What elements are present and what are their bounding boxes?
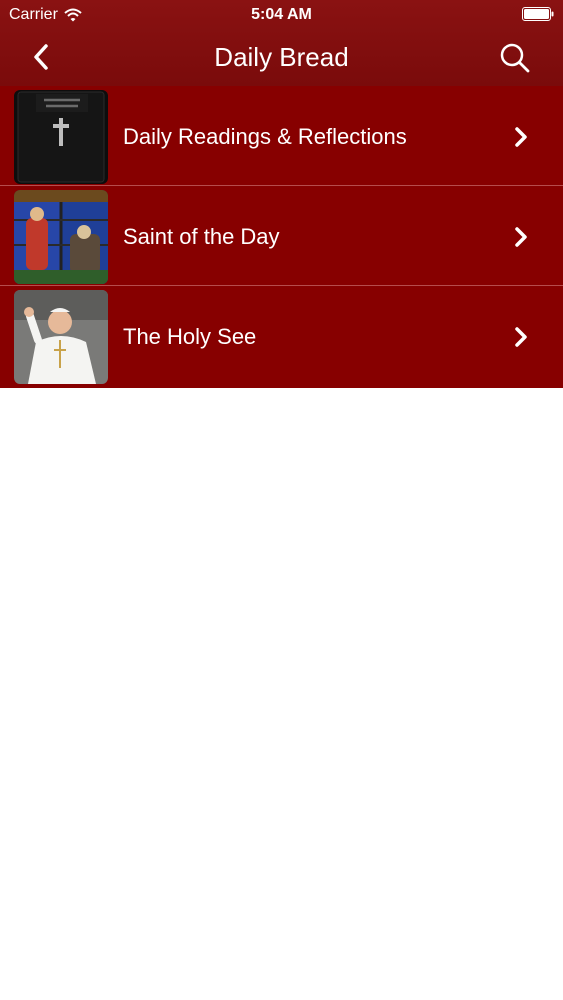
search-button[interactable] xyxy=(497,40,533,76)
navigation-bar: Daily Bread xyxy=(0,30,563,86)
clock: 5:04 AM xyxy=(251,6,312,23)
chevron-left-icon xyxy=(34,44,48,70)
menu-item-saint-of-the-day[interactable]: Saint of the Day xyxy=(0,186,563,286)
menu-item-label: Saint of the Day xyxy=(123,224,280,249)
stained-glass-thumbnail xyxy=(14,190,108,284)
top-bar: Carrier 5:04 AM Daily Bread xyxy=(0,0,563,86)
battery-icon xyxy=(522,7,554,21)
chevron-right-icon xyxy=(515,327,527,347)
menu-item-label: The Holy See xyxy=(123,324,257,349)
menu-list: Daily Readings & Reflections Saint of th… xyxy=(0,86,563,388)
menu-item-holy-see[interactable]: The Holy See xyxy=(0,286,563,388)
chevron-right-icon xyxy=(515,127,527,147)
back-button[interactable] xyxy=(26,42,56,72)
pope-thumbnail xyxy=(14,290,108,384)
status-bar: Carrier 5:04 AM xyxy=(0,0,563,30)
chevron-right-icon xyxy=(515,227,527,247)
menu-item-label: Daily Readings & Reflections xyxy=(123,124,407,149)
page-title: Daily Bread xyxy=(214,42,349,72)
holy-bible-thumbnail xyxy=(14,90,108,184)
menu-item-daily-readings[interactable]: Daily Readings & Reflections xyxy=(0,86,563,186)
search-icon xyxy=(500,43,530,73)
